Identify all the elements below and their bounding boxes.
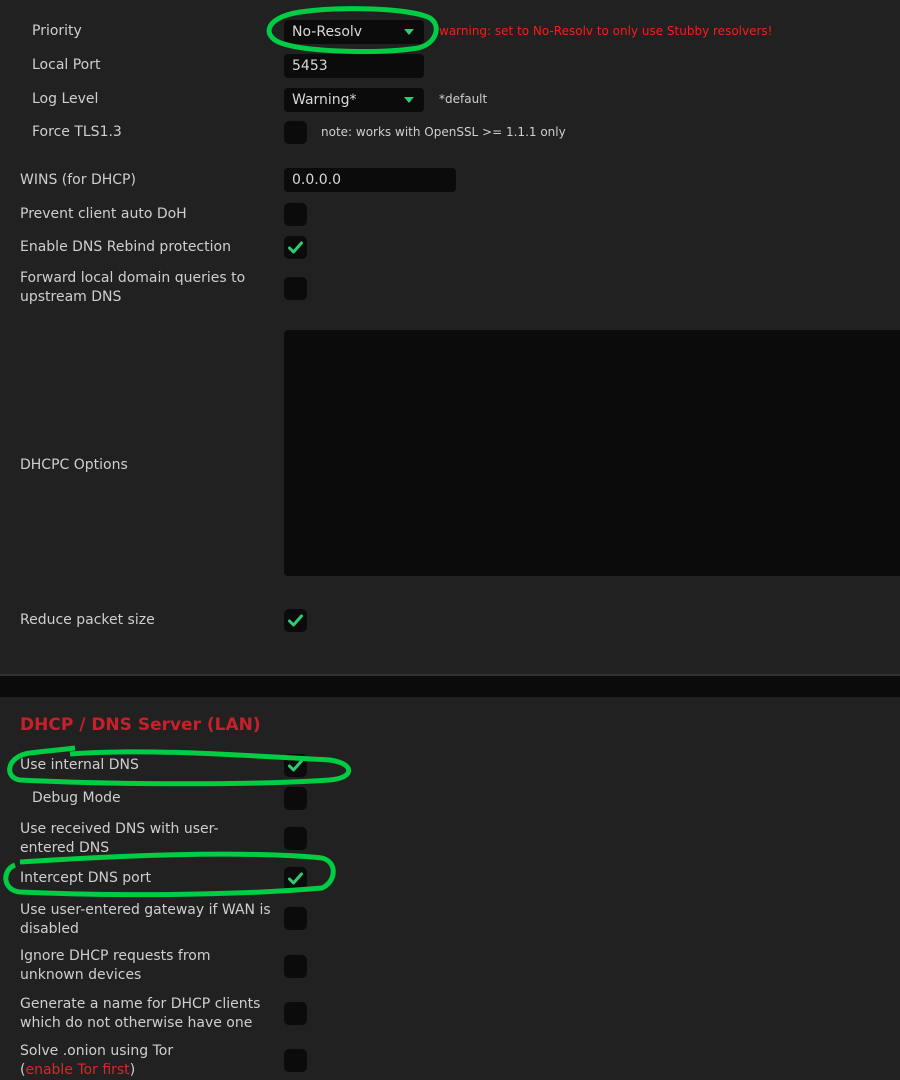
reduce-packet-checkbox[interactable]	[284, 609, 307, 632]
debug-mode-checkbox[interactable]	[284, 787, 307, 810]
debug-mode-label: Debug Mode	[32, 790, 121, 806]
local-port-label: Local Port	[32, 57, 101, 73]
dhcpc-options-label: DHCPC Options	[20, 457, 128, 473]
solve-onion-text: Solve .onion using Tor	[20, 1043, 174, 1059]
section-gap	[0, 676, 900, 697]
intercept-dns-checkbox[interactable]	[284, 867, 307, 890]
wins-input[interactable]: 0.0.0.0	[284, 168, 456, 192]
intercept-dns-label: Intercept DNS port	[20, 870, 151, 886]
local-port-input[interactable]: 5453	[284, 54, 424, 78]
wins-label: WINS (for DHCP)	[20, 172, 136, 188]
solve-onion-label: Solve .onion using Tor (enable Tor first…	[20, 1042, 270, 1080]
log-level-label: Log Level	[32, 91, 99, 107]
enable-tor-link[interactable]: enable Tor first	[25, 1062, 129, 1078]
chevron-down-icon	[404, 29, 414, 35]
forward-local-checkbox[interactable]	[284, 277, 307, 300]
use-received-dns-label: Use received DNS with user-entered DNS	[20, 821, 219, 856]
lan-section-title: DHCP / DNS Server (LAN)	[20, 715, 261, 735]
log-level-select[interactable]: Warning*	[284, 88, 424, 112]
checkmark-icon	[288, 759, 303, 772]
use-received-dns-checkbox[interactable]	[284, 827, 307, 850]
ignore-unknown-label: Ignore DHCP requests from unknown device…	[20, 948, 211, 983]
priority-warning: warning: set to No-Resolv to only use St…	[439, 24, 773, 38]
checkmark-icon	[288, 872, 303, 885]
chevron-down-icon	[404, 97, 414, 103]
checkmark-icon	[288, 241, 303, 254]
force-tls-note: note: works with OpenSSL >= 1.1.1 only	[321, 125, 566, 139]
reduce-packet-label: Reduce packet size	[20, 612, 155, 628]
user-gateway-label: Use user-entered gateway if WAN is disab…	[20, 902, 271, 937]
rebind-checkbox[interactable]	[284, 236, 307, 259]
checkmark-icon	[288, 614, 303, 627]
force-tls-label: Force TLS1.3	[32, 124, 122, 140]
dhcpc-options-textarea[interactable]	[284, 330, 900, 576]
user-gateway-checkbox[interactable]	[284, 907, 307, 930]
solve-onion-checkbox[interactable]	[284, 1049, 307, 1072]
use-internal-dns-checkbox[interactable]	[284, 754, 307, 777]
generate-name-checkbox[interactable]	[284, 1002, 307, 1025]
paren-close: )	[129, 1062, 136, 1078]
forward-local-label: Forward local domain queries to upstream…	[20, 270, 246, 305]
priority-select[interactable]: No-Resolv	[284, 20, 424, 44]
generate-name-label: Generate a name for DHCP clients which d…	[20, 996, 261, 1031]
prevent-doh-checkbox[interactable]	[284, 203, 307, 226]
use-internal-dns-label: Use internal DNS	[20, 757, 139, 773]
log-level-note: *default	[439, 92, 488, 106]
priority-value: No-Resolv	[292, 24, 363, 40]
rebind-label: Enable DNS Rebind protection	[20, 239, 231, 255]
log-level-value: Warning*	[292, 92, 357, 108]
ignore-unknown-checkbox[interactable]	[284, 955, 307, 978]
priority-label: Priority	[32, 23, 82, 39]
prevent-doh-label: Prevent client auto DoH	[20, 206, 187, 222]
force-tls-checkbox[interactable]	[284, 121, 307, 144]
